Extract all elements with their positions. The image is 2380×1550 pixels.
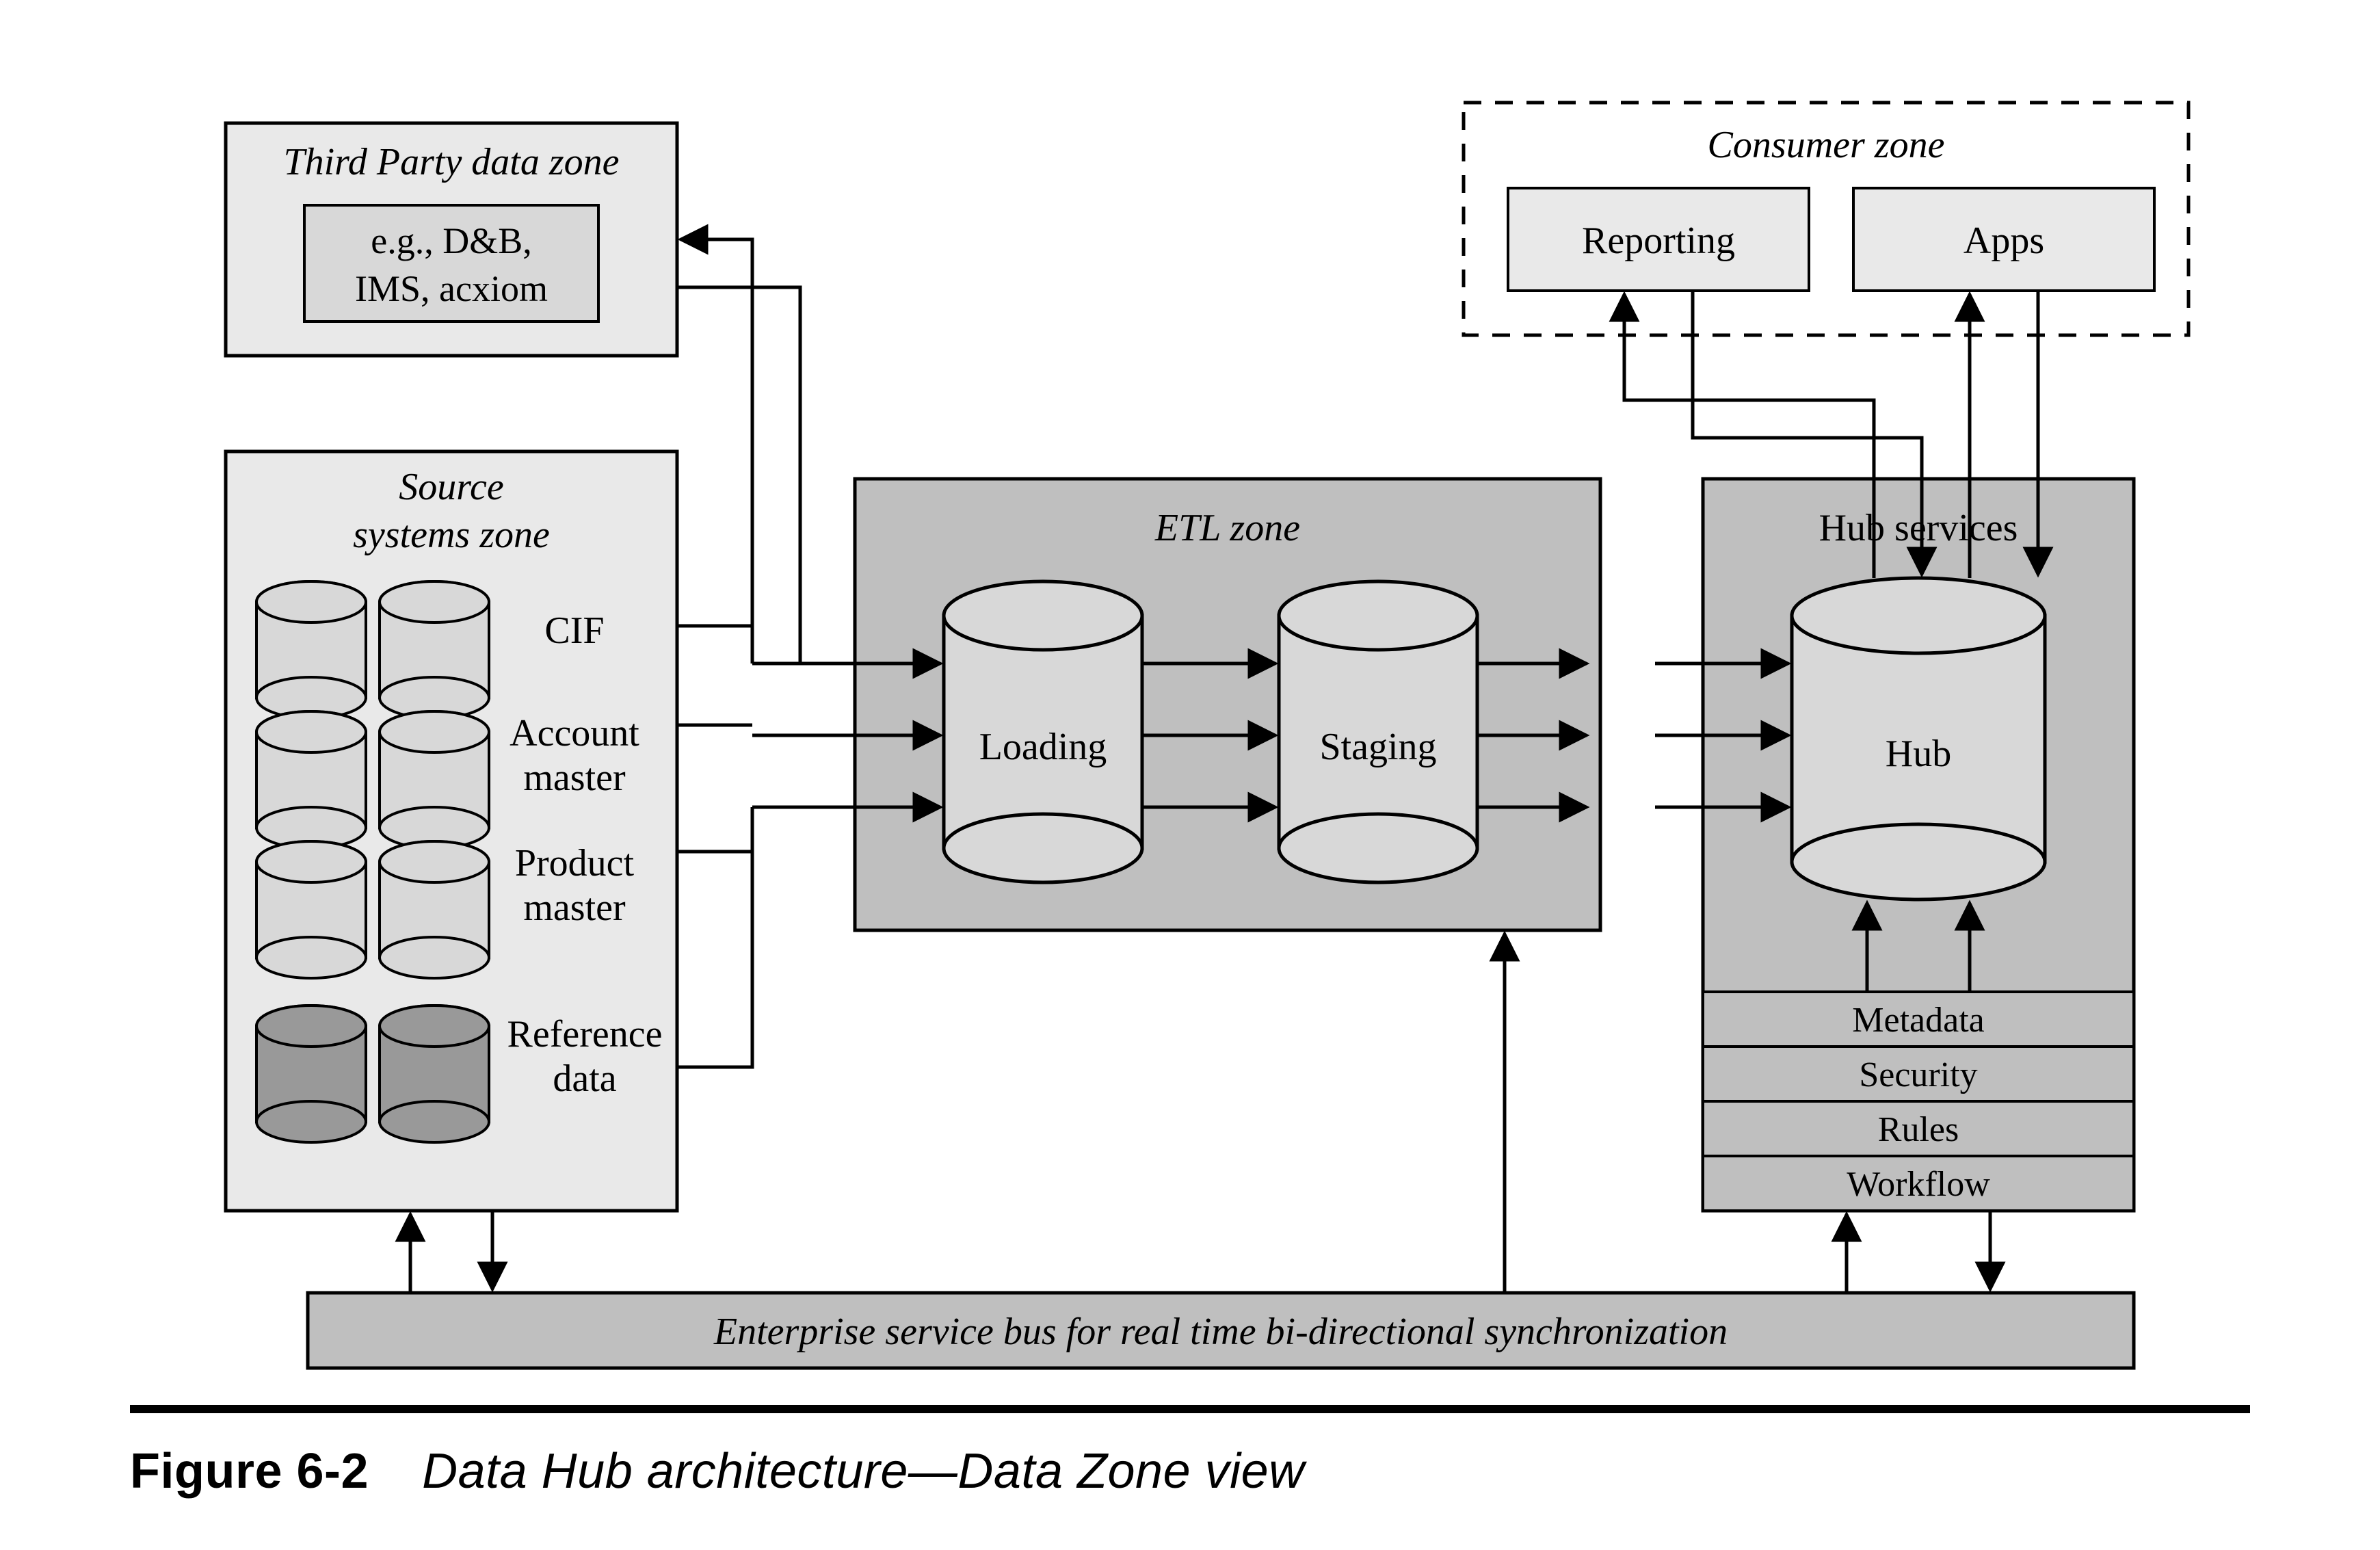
consumer-zone: Consumer zone Reporting Apps: [1464, 103, 2189, 335]
consumer-title: Consumer zone: [1708, 124, 1945, 166]
hub-layer-security: Security: [1859, 1055, 1977, 1094]
source-systems-zone: Source systems zone CIF Account: [226, 451, 677, 1211]
hub-layer-workflow: Workflow: [1847, 1165, 1990, 1204]
consumer-apps: Apps: [1964, 220, 2044, 262]
architecture-diagram: Third Party data zone e.g., D&B, IMS, ac…: [0, 0, 2380, 1550]
third-party-example-line2: IMS, acxiom: [355, 268, 548, 309]
source-row-product-line2: master: [523, 886, 626, 929]
figure-title: Data Hub architecture—Data Zone view: [422, 1444, 1305, 1499]
etl-staging-label: Staging: [1319, 726, 1436, 768]
hub-layer-rules: Rules: [1878, 1110, 1959, 1149]
etl-title: ETL zone: [1154, 507, 1300, 549]
consumer-reporting: Reporting: [1582, 220, 1735, 262]
source-row-cif: CIF: [544, 609, 604, 652]
hub-db: Hub: [1792, 578, 2045, 899]
hub-db-label: Hub: [1886, 733, 1951, 775]
third-party-zone: Third Party data zone e.g., D&B, IMS, ac…: [226, 123, 677, 356]
figure-number: Figure 6-2: [130, 1444, 369, 1499]
hub-layers: Metadata Security Rules Workflow: [1703, 992, 2134, 1211]
etl-staging-db: Staging: [1279, 581, 1477, 882]
figure-caption: Figure 6-2 Data Hub architecture—Data Zo…: [130, 1443, 1305, 1500]
third-party-title: Third Party data zone: [283, 141, 619, 183]
bus-label: Enterprise service bus for real time bi-…: [713, 1311, 1728, 1353]
hub-layer-metadata: Metadata: [1852, 1001, 1984, 1040]
source-title-line2: systems zone: [353, 514, 550, 556]
etl-loading-db: Loading: [944, 581, 1142, 882]
source-row-reference-line2: data: [553, 1058, 616, 1100]
source-title-line1: Source: [399, 466, 503, 508]
hub-title: Hub services: [1819, 507, 2018, 549]
source-row-account-line1: Account: [510, 712, 639, 754]
source-row-product-line1: Product: [515, 842, 635, 884]
source-row-account-line2: master: [523, 757, 626, 799]
etl-zone: ETL zone Loading Staging: [855, 479, 1600, 930]
hub-services-zone: Hub services Hub Metadata Security Rules…: [1703, 479, 2134, 1211]
third-party-example-line1: e.g., D&B,: [371, 220, 532, 261]
enterprise-service-bus: Enterprise service bus for real time bi-…: [308, 1293, 2134, 1368]
source-row-reference-line1: Reference: [507, 1013, 663, 1055]
etl-loading-label: Loading: [979, 726, 1107, 768]
